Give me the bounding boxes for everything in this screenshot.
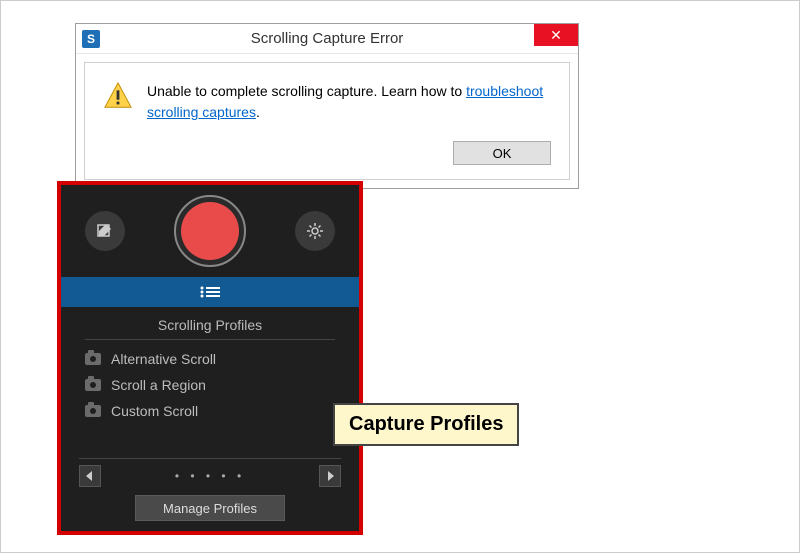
chevron-left-icon <box>86 471 94 481</box>
capture-button[interactable] <box>174 195 246 267</box>
dialog-body: Unable to complete scrolling capture. Le… <box>84 62 570 180</box>
divider <box>79 458 341 459</box>
dialog-message: Unable to complete scrolling capture. Le… <box>147 81 551 123</box>
warning-icon <box>103 81 133 111</box>
profile-label: Custom Scroll <box>111 403 198 419</box>
pager-prev-button[interactable] <box>79 465 101 487</box>
chevron-right-icon <box>326 471 334 481</box>
camera-icon <box>85 353 101 365</box>
settings-button[interactable] <box>295 211 335 251</box>
profile-item-alternative-scroll[interactable]: Alternative Scroll <box>85 346 335 372</box>
profile-item-scroll-region[interactable]: Scroll a Region <box>85 372 335 398</box>
gear-icon <box>306 222 324 240</box>
error-dialog: S Scrolling Capture Error ✕ Unable to co… <box>75 23 579 189</box>
divider <box>85 339 335 340</box>
profile-label: Scroll a Region <box>111 377 206 393</box>
close-button[interactable]: ✕ <box>534 24 578 46</box>
section-title: Scrolling Profiles <box>85 317 335 333</box>
pager: • • • • • <box>79 465 341 487</box>
profiles-tab[interactable] <box>61 277 359 307</box>
edit-icon <box>96 222 114 240</box>
camera-icon <box>85 405 101 417</box>
list-icon <box>199 285 221 299</box>
manage-profiles-button[interactable]: Manage Profiles <box>135 495 285 521</box>
profile-list: Alternative Scroll Scroll a Region Custo… <box>85 346 335 424</box>
ok-button[interactable]: OK <box>453 141 551 165</box>
edit-button[interactable] <box>85 211 125 251</box>
dialog-title: Scrolling Capture Error <box>76 30 578 47</box>
pager-dots: • • • • • <box>175 469 245 483</box>
camera-icon <box>85 379 101 391</box>
pager-next-button[interactable] <box>319 465 341 487</box>
dialog-message-suffix: . <box>256 104 260 120</box>
dialog-titlebar: S Scrolling Capture Error ✕ <box>76 24 578 54</box>
profile-item-custom-scroll[interactable]: Custom Scroll <box>85 398 335 424</box>
capture-button-inner <box>181 202 239 260</box>
profile-label: Alternative Scroll <box>111 351 216 367</box>
capture-profiles-panel: Scrolling Profiles Alternative Scroll Sc… <box>57 181 363 535</box>
dialog-message-prefix: Unable to complete scrolling capture. Le… <box>147 83 466 99</box>
callout-label: Capture Profiles <box>333 403 519 446</box>
